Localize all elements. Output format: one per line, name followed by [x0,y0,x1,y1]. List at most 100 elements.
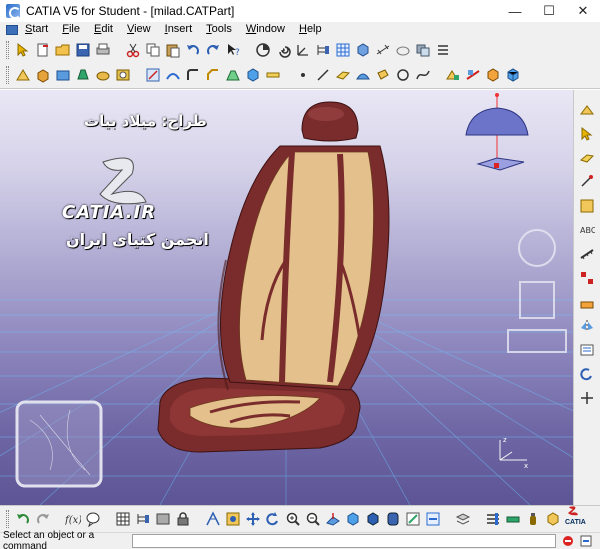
catalog-icon[interactable] [578,341,596,359]
tree-expand-icon[interactable] [314,41,332,59]
properties-icon[interactable] [484,510,502,528]
cloud-icon[interactable] [394,41,412,59]
pattern-icon[interactable] [578,269,596,287]
point-icon[interactable] [578,173,596,191]
open-icon[interactable] [54,41,72,59]
tree-icon[interactable] [134,510,152,528]
join-icon[interactable] [444,66,462,84]
extrude-icon[interactable] [374,66,392,84]
split-icon[interactable] [464,66,482,84]
redo-icon[interactable] [34,510,52,528]
symmetry-icon[interactable] [578,317,596,335]
close-button[interactable]: ✕ [566,0,600,22]
menu-window[interactable]: Window [239,22,292,37]
line-icon[interactable] [578,197,596,215]
print-icon[interactable] [94,41,112,59]
new-icon[interactable] [34,41,52,59]
pad-icon[interactable] [34,66,52,84]
shaft-icon[interactable] [74,66,92,84]
trim-icon[interactable] [484,66,502,84]
fit-all-icon[interactable] [204,510,222,528]
toolbar-grip-3[interactable] [6,510,9,528]
hole-icon[interactable] [114,66,132,84]
zoom-in-icon[interactable] [284,510,302,528]
layer-icon[interactable] [454,510,472,528]
menu-edit[interactable]: Edit [87,22,120,37]
dimension-icon[interactable] [374,41,392,59]
stop-icon[interactable] [562,535,574,547]
menu-insert[interactable]: Insert [158,22,200,37]
pan-icon[interactable] [224,510,242,528]
line-icon[interactable] [314,66,332,84]
shading-icon[interactable] [364,510,382,528]
info-icon[interactable] [580,535,592,547]
rotate-icon[interactable] [578,365,596,383]
catia-app-icon[interactable] [6,4,21,19]
point-icon[interactable] [294,66,312,84]
arrow-icon[interactable] [578,125,596,143]
fillet-icon[interactable] [184,66,202,84]
axis-icon[interactable] [294,41,312,59]
list-icon[interactable] [434,41,452,59]
cut-icon[interactable] [124,41,142,59]
minimize-button[interactable]: — [498,0,532,22]
swap-icon[interactable] [424,510,442,528]
iso-view-icon[interactable] [344,510,362,528]
zoom-out-icon[interactable] [304,510,322,528]
3d-viewport[interactable]: x z طراح: میلاد بیات CATIA.IR انجمن کتیا… [0,90,573,505]
translate-icon[interactable] [578,389,596,407]
hide-show-icon[interactable] [404,510,422,528]
shell-icon[interactable] [244,66,262,84]
rib-icon[interactable] [144,66,162,84]
chamfer-icon[interactable] [204,66,222,84]
sketcher-icon[interactable] [578,101,596,119]
pocket-icon[interactable] [54,66,72,84]
spline-icon[interactable] [414,66,432,84]
command-input[interactable] [132,534,556,548]
sketch-icon[interactable] [14,66,32,84]
measure-icon[interactable] [504,510,522,528]
fly-icon[interactable] [154,510,172,528]
whats-this-icon[interactable]: ? [224,41,242,59]
draft-icon[interactable] [224,66,242,84]
table-icon[interactable] [114,510,132,528]
undo-icon[interactable] [14,510,32,528]
bottle-icon[interactable] [524,510,542,528]
shading-edges-icon[interactable] [384,510,402,528]
menu-start[interactable]: Start [18,22,55,37]
part-body-icon[interactable] [354,41,372,59]
select-icon[interactable] [14,41,32,59]
menu-help[interactable]: Help [292,22,329,37]
plane-icon[interactable] [334,66,352,84]
groove-icon[interactable] [94,66,112,84]
toolbar-grip-2[interactable] [6,66,9,84]
maximize-button[interactable]: ☐ [532,0,566,22]
help-icon[interactable] [84,510,102,528]
circle-icon[interactable] [394,66,412,84]
measure-icon[interactable] [578,245,596,263]
menu-file[interactable]: File [55,22,87,37]
lock-icon[interactable] [174,510,192,528]
save-icon[interactable] [74,41,92,59]
scale-icon[interactable] [578,293,596,311]
grid-icon[interactable] [334,41,352,59]
spiral-icon[interactable] [274,41,292,59]
formula-icon[interactable]: f(x) [64,510,82,528]
copy-icon[interactable] [144,41,162,59]
text-icon[interactable]: ABC [578,221,596,239]
redo-icon[interactable] [204,41,222,59]
document-menu-icon[interactable] [6,24,18,35]
slot-icon[interactable] [164,66,182,84]
menu-tools[interactable]: Tools [199,22,239,37]
apply-material-icon[interactable] [504,66,522,84]
undo-icon[interactable] [184,41,202,59]
normal-view-icon[interactable] [324,510,342,528]
material-icon[interactable] [544,510,562,528]
toolbar-grip[interactable] [6,40,9,59]
menu-view[interactable]: View [120,22,158,37]
plane-icon[interactable] [578,149,596,167]
paste-icon[interactable] [164,41,182,59]
boolean-icon[interactable] [414,41,432,59]
thickness-icon[interactable] [264,66,282,84]
surface-icon[interactable] [354,66,372,84]
